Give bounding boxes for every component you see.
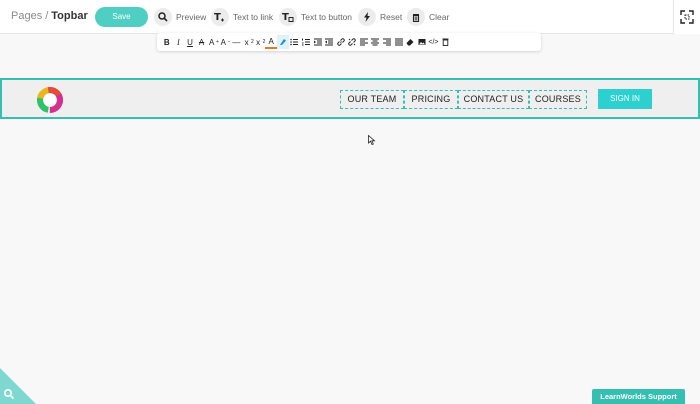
text-link-icon: T: [211, 8, 229, 26]
breadcrumb-separator: /: [45, 10, 49, 22]
font-size-down-icon[interactable]: A −: [219, 35, 231, 49]
reset-button[interactable]: Reset: [358, 7, 402, 27]
svg-text:T: T: [282, 12, 289, 23]
reset-label: Reset: [380, 12, 403, 22]
superscript-icon[interactable]: x2: [254, 35, 265, 49]
italic-icon[interactable]: I: [173, 35, 185, 49]
horizontal-rule-icon[interactable]: —: [231, 35, 243, 49]
subscript-icon[interactable]: x2: [242, 35, 254, 49]
clear-label: Clear: [429, 12, 450, 22]
trash-icon: [407, 8, 425, 26]
fullscreen-icon: [680, 10, 694, 24]
nav-item-our-team[interactable]: OUR TEAM: [340, 90, 404, 109]
save-button[interactable]: Save: [95, 7, 148, 27]
align-center-icon[interactable]: [370, 35, 382, 49]
code-icon[interactable]: </>: [428, 35, 440, 49]
text-color-icon[interactable]: A: [265, 35, 277, 49]
font-size-up-icon[interactable]: A +: [207, 35, 219, 49]
format-toolbar: B I U A A + A − — x2 x2 A </>: [157, 33, 541, 51]
nav-item-pricing[interactable]: PRICING: [404, 90, 458, 109]
image-icon[interactable]: [416, 35, 428, 49]
align-right-icon[interactable]: [381, 35, 393, 49]
bold-icon[interactable]: B: [161, 35, 173, 49]
mouse-cursor-icon: [368, 135, 376, 146]
logo: [37, 87, 63, 113]
breadcrumb-parent[interactable]: Pages: [11, 10, 42, 22]
support-button[interactable]: LearnWorlds Support: [592, 389, 685, 404]
highlight-icon[interactable]: [276, 35, 289, 49]
editor-topbar: Pages / Topbar Save Preview T Text to link…: [0, 0, 700, 34]
link-icon[interactable]: [335, 35, 347, 49]
svg-text:T: T: [214, 12, 221, 23]
underline-icon[interactable]: U: [184, 35, 196, 49]
nav-item-contact-us[interactable]: CONTACT US: [458, 90, 529, 109]
text-to-link-label: Text to link: [233, 12, 274, 22]
main-nav: OUR TEAM PRICING CONTACT US COURSES: [340, 90, 587, 109]
eraser-icon[interactable]: [404, 35, 416, 49]
text-to-link-button[interactable]: T Text to link: [211, 7, 273, 27]
sign-in-button[interactable]: SIGN IN: [598, 89, 652, 109]
numbered-list-icon[interactable]: [300, 35, 312, 49]
unlink-icon[interactable]: [347, 35, 359, 49]
outdent-icon[interactable]: [323, 35, 335, 49]
search-icon: [154, 8, 172, 26]
trash-icon[interactable]: [439, 35, 451, 49]
breadcrumb: Pages / Topbar: [11, 10, 88, 22]
bolt-icon: [358, 8, 376, 26]
nav-item-courses[interactable]: COURSES: [529, 90, 587, 109]
clear-button[interactable]: Clear: [407, 7, 449, 27]
text-to-button-button[interactable]: T Text to button: [279, 7, 352, 27]
indent-icon[interactable]: [312, 35, 324, 49]
preview-button[interactable]: Preview: [154, 7, 206, 27]
preview-label: Preview: [176, 12, 207, 22]
fullscreen-button[interactable]: [673, 0, 700, 34]
bulleted-list-icon[interactable]: [289, 35, 301, 49]
header-section[interactable]: OUR TEAM PRICING CONTACT US COURSES SIGN…: [0, 78, 700, 119]
search-panel-toggle[interactable]: [0, 368, 36, 404]
breadcrumb-current: Topbar: [51, 10, 88, 22]
align-left-icon[interactable]: [358, 35, 370, 49]
text-to-button-label: Text to button: [301, 12, 353, 22]
strikethrough-icon[interactable]: A: [196, 35, 208, 49]
align-justify-icon[interactable]: [393, 35, 405, 49]
text-button-icon: T: [279, 8, 297, 26]
